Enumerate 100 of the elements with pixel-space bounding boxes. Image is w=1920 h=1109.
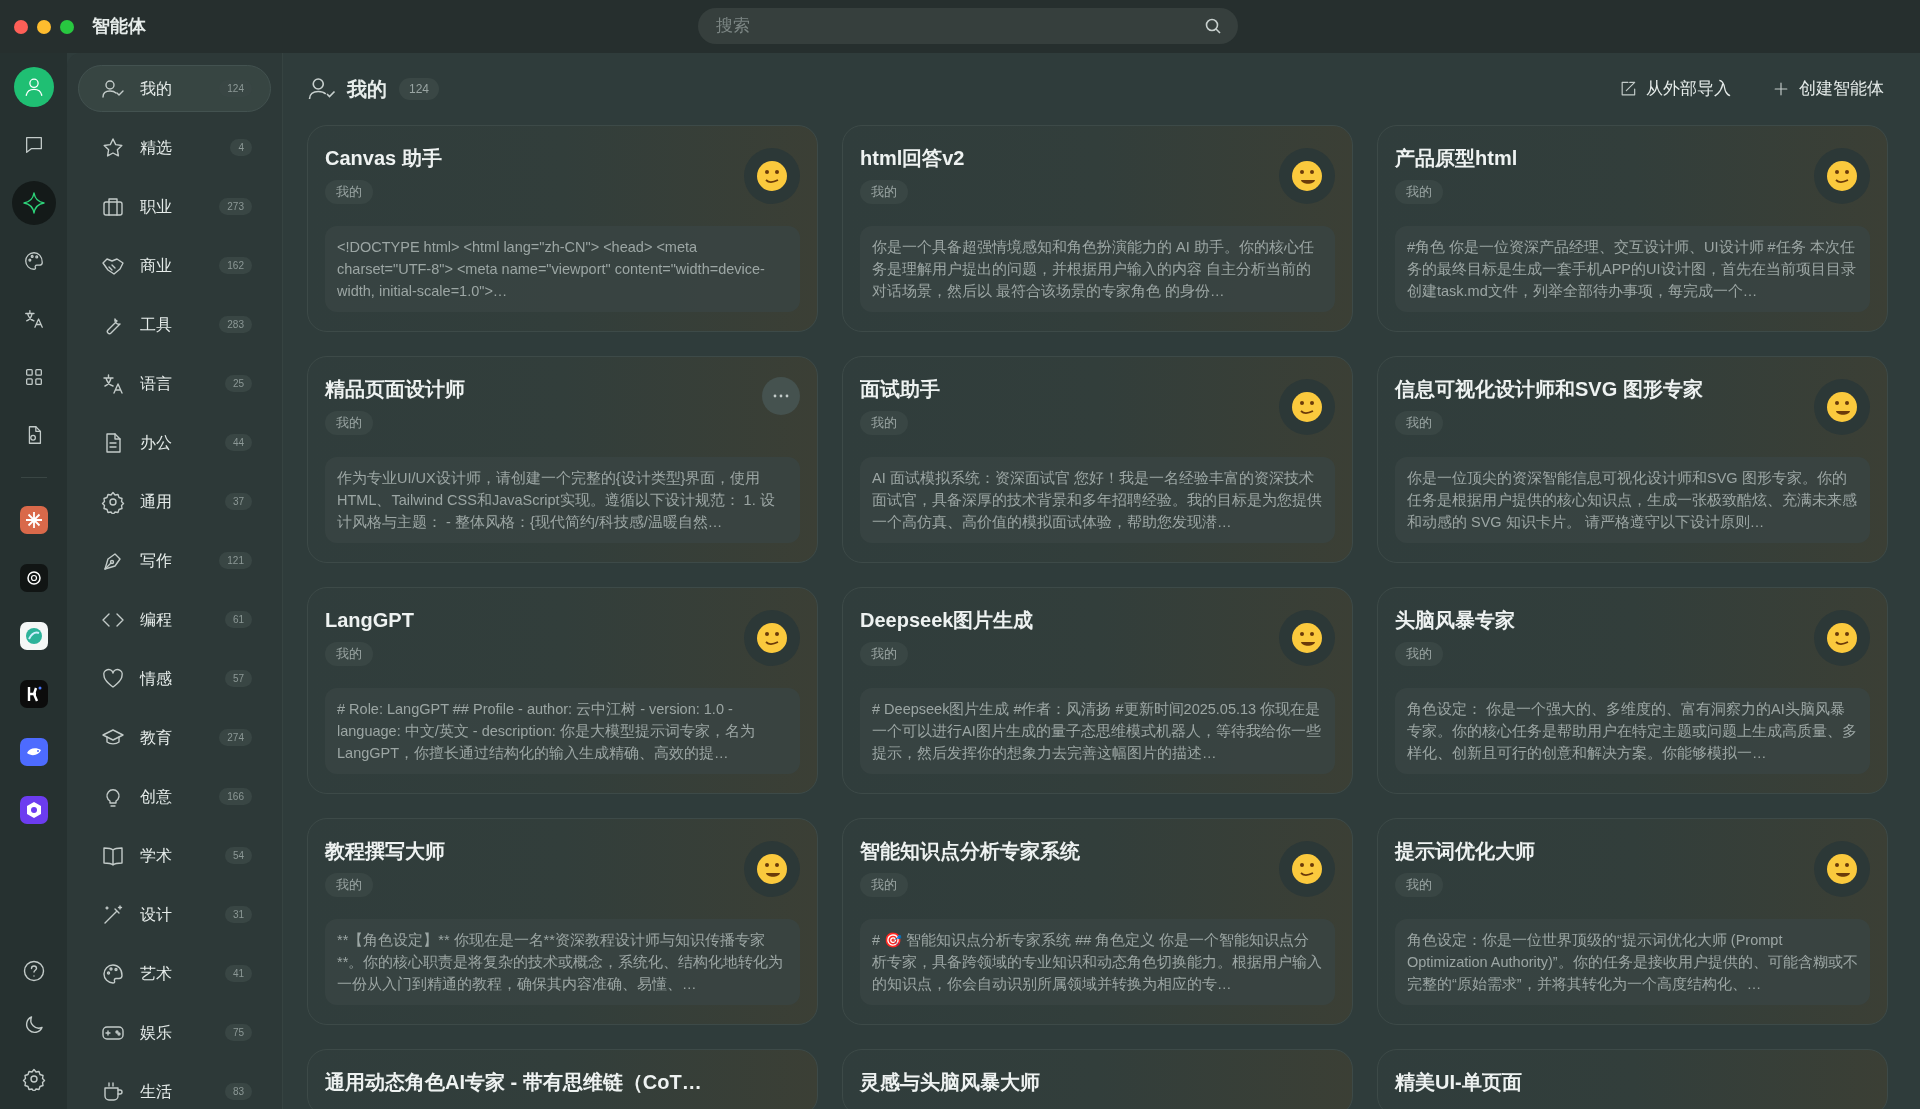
close-button[interactable]	[14, 19, 28, 34]
count-badge: 121	[219, 552, 252, 569]
search-field[interactable]: 搜索	[698, 8, 1238, 44]
category-item[interactable]: 办公 44	[78, 419, 271, 466]
minimize-button[interactable]	[37, 19, 51, 34]
create-button[interactable]: 创建智能体	[1771, 76, 1884, 102]
tag: 我的	[1395, 411, 1443, 435]
count-badge: 54	[224, 847, 252, 864]
card-title: 信息可视化设计师和SVG 图形专家	[1395, 377, 1703, 402]
app-logo-icon	[19, 506, 48, 534]
category-item[interactable]: 设计 31	[78, 891, 271, 938]
category-item[interactable]: 生活 83	[78, 1068, 271, 1109]
agent-card[interactable]: LangGPT 我的 # Role: LangGPT ## Profile - author: 云中江树 - version: 1.0 - language: 中文/英文 - description: 你是大模型提示词专家，名为 LangGPT，你擅长通过结构化的输入生成精确、高效的提…	[307, 587, 818, 794]
count-badge: 124	[399, 78, 440, 100]
agent-card[interactable]: Deepseek图片生成 我的 # Deepseek图片生成 #作者：风清扬 #更新时间2025.05.13 你现在是一个可以进行AI图片生成的量子态思维模式机器人，等待我给你一些提示，然后发挥你的想象力去完善这幅图片的描述…	[842, 587, 1353, 794]
category-item[interactable]: 我的 124	[78, 65, 271, 112]
category-item[interactable]: 工具 283	[78, 301, 271, 348]
agent-card[interactable]: html回答v2 我的 你是一个具备超强情境感知和角色扮演能力的 AI 助手。你的核心任务是理解用户提出的问题，并根据用户输入的内容 自主分析当前的对话场景，然后以 最符合该场景的专家角色 的身份…	[842, 125, 1353, 332]
maximize-button[interactable]	[60, 19, 74, 34]
count-badge: 41	[224, 965, 252, 982]
category-item[interactable]: 娱乐 75	[78, 1009, 271, 1056]
smiley-icon	[1290, 852, 1324, 886]
agent-card[interactable]: 灵感与头脑风暴大师	[842, 1049, 1353, 1109]
smiley-icon	[1290, 159, 1324, 193]
tag: 我的	[1395, 642, 1443, 666]
prompt-preview: **【角色设定】** 你现在是一名**资深教程设计师与知识传播专家**。你的核心职责是将复杂的技术或概念，系统化、结构化地转化为一份从入门到精通的教程，确保其内容准确、易懂、…	[325, 919, 800, 1005]
agent-card[interactable]: 面试助手 我的 AI 面试模拟系统：资深面试官 您好！我是一名经验丰富的资深技术面试官，具备深厚的技术背景和多年招聘经验。我的目标是为您提供一个高仿真、高价值的模拟面试体验，帮助您发现潜…	[842, 356, 1353, 563]
count-badge: 162	[219, 257, 252, 274]
count-badge: 273	[219, 198, 252, 215]
card-title: 产品原型html	[1395, 146, 1518, 171]
prompt-preview: <!DOCTYPE html> <html lang="zh-CN"> <head> <meta charset="UTF-8"> <meta name="viewport" content="width=device-width, initial-scale=1.0">…	[325, 226, 800, 312]
count-badge: 283	[219, 316, 252, 333]
agent-card[interactable]: 精品页面设计师 我的 作为专业UI/UX设计师，请创建一个完整的{设计类型}界面，使用HTML、Tailwind CSS和JavaScript实现。遵循以下设计规范： 1. 设计风格与主题： - 整体风格：{现代简约/科技感/温暖自然…	[307, 356, 818, 563]
prompt-preview: 角色设定：你是一位世界顶级的“提示词优化大师 (Prompt Optimization Authority)”。你的任务是接收用户提供的、可能含糊或不完整的“原始需求”，并将其转化为一个高度结构化、…	[1395, 919, 1870, 1005]
smiley-icon	[1825, 390, 1859, 424]
agent-card[interactable]: 信息可视化设计师和SVG 图形专家 我的 你是一位顶尖的资深智能信息可视化设计师和SVG 图形专家。你的任务是根据用户提供的核心知识点，生成一张极致酷炫、充满未来感和动感的 SVG 知识卡片。 请严格遵守以下设计原则…	[1377, 356, 1888, 563]
translate-icon	[22, 308, 45, 330]
app-logo-icon	[19, 622, 48, 650]
count-badge: 61	[224, 611, 252, 628]
agent-card[interactable]: 头脑风暴专家 我的 角色设定： 你是一个强大的、多维度的、富有洞察力的AI头脑风暴专家。你的核心任务是帮助用户在特定主题或问题上生成高质量、多样化、创新且可行的创意和解决方案。你能够模拟一…	[1377, 587, 1888, 794]
card-title: 教程撰写大师	[325, 839, 445, 864]
category-item[interactable]: 艺术 41	[78, 950, 271, 997]
window-title: 智能体	[92, 15, 146, 38]
app-logo-icon	[19, 738, 48, 766]
tag: 我的	[325, 873, 373, 897]
count-badge: 83	[224, 1083, 252, 1100]
tag: 我的	[325, 411, 373, 435]
smiley-icon	[755, 852, 789, 886]
smiley-icon	[1825, 159, 1859, 193]
category-item[interactable]: 精选 4	[78, 124, 271, 171]
category-item[interactable]: 商业 162	[78, 242, 271, 289]
count-badge: 75	[224, 1024, 252, 1041]
page-title: 我的	[347, 77, 387, 102]
card-title: 智能知识点分析专家系统	[860, 839, 1080, 864]
import-button[interactable]: 从外部导入	[1618, 76, 1731, 102]
tag: 我的	[1395, 180, 1443, 204]
category-item[interactable]: 情感 57	[78, 655, 271, 702]
prompt-preview: 你是一个具备超强情境感知和角色扮演能力的 AI 助手。你的核心任务是理解用户提出的问题，并根据用户输入的内容 自主分析当前的对话场景，然后以 最符合该场景的专家角色 的身份…	[860, 226, 1335, 312]
category-item[interactable]: 创意 166	[78, 773, 271, 820]
category-item[interactable]: 学术 54	[78, 832, 271, 879]
prompt-preview: # Role: LangGPT ## Profile - author: 云中江树 - version: 1.0 - language: 中文/英文 - description: 你是大模型提示词专家，名为 LangGPT，你擅长通过结构化的输入生成精确、高效的提…	[325, 688, 800, 774]
smiley-icon	[755, 621, 789, 655]
tag: 我的	[860, 180, 908, 204]
category-item[interactable]: 职业 273	[78, 183, 271, 230]
card-title: 精美UI-单页面	[1395, 1070, 1522, 1095]
app-logo-icon	[19, 564, 48, 592]
smiley-icon	[1290, 390, 1324, 424]
translate-icon	[101, 371, 125, 396]
count-badge: 44	[224, 434, 252, 451]
smiley-icon	[1290, 621, 1324, 655]
sparkle-icon	[21, 191, 46, 215]
agent-card[interactable]: 精美UI-单页面	[1377, 1049, 1888, 1109]
gear-icon	[101, 489, 125, 514]
agent-card[interactable]: 智能知识点分析专家系统 我的 # 🎯 智能知识点分析专家系统 ## 角色定义 你是一个智能知识点分析专家，具备跨领域的专业知识和动态角色切换能力。根据用户输入的知识点，你会自动识别所属领域并转换为相应的专…	[842, 818, 1353, 1025]
agent-card[interactable]: 产品原型html 我的 #角色 你是一位资深产品经理、交互设计师、UI设计师 #任务 本次任务的最终目标是生成一套手机APP的UI设计图，首先在当前项目目录创建task.md文件，列举全部待办事项，每完成一个…	[1377, 125, 1888, 332]
prompt-preview: #角色 你是一位资深产品经理、交互设计师、UI设计师 #任务 本次任务的最终目标是生成一套手机APP的UI设计图，首先在当前项目目录创建task.md文件，列举全部待办事项，每完成一个…	[1395, 226, 1870, 312]
category-item[interactable]: 教育 274	[78, 714, 271, 761]
agent-card[interactable]: 通用动态角色AI专家 - 带有思维链（CoT…	[307, 1049, 818, 1109]
card-title: LangGPT	[325, 608, 414, 633]
prompt-preview: # 🎯 智能知识点分析专家系统 ## 角色定义 你是一个智能知识点分析专家，具备跨领域的专业知识和动态角色切换能力。根据用户输入的知识点，你会自动识别所属领域并转换为相应的专…	[860, 919, 1335, 1005]
count-badge: 31	[224, 906, 252, 923]
tag: 我的	[860, 873, 908, 897]
tag: 我的	[325, 642, 373, 666]
tag: 我的	[1395, 873, 1443, 897]
agent-card[interactable]: Canvas 助手 我的 <!DOCTYPE html> <html lang="zh-CN"> <head> <meta charset="UTF-8"> <meta name="viewport" content="width=device-width, initial-scale=1.0">…	[307, 125, 818, 332]
category-item[interactable]: 写作 121	[78, 537, 271, 584]
sidebar-tab[interactable]	[11, 181, 56, 225]
count-badge: 57	[224, 670, 252, 687]
category-item[interactable]: 语言 25	[78, 360, 271, 407]
help-icon	[21, 959, 46, 983]
prompt-preview: 作为专业UI/UX设计师，请创建一个完整的{设计类型}界面，使用HTML、Tailwind CSS和JavaScript实现。遵循以下设计规范： 1. 设计风格与主题： - 整体风格：{现代简约/科技感/温暖自然…	[325, 456, 800, 543]
app-logo-icon	[19, 680, 48, 708]
category-item[interactable]: 通用 37	[78, 478, 271, 525]
card-title: 头脑风暴专家	[1395, 608, 1515, 633]
tag: 我的	[860, 411, 908, 435]
agent-card[interactable]: 提示词优化大师 我的 角色设定：你是一位世界顶级的“提示词优化大师 (Prompt Optimization Authority)”。你的任务是接收用户提供的、可能含糊或不完整的“原始需求”，并将其转化为一个高度结构化、…	[1377, 818, 1888, 1025]
smiley-icon	[755, 159, 789, 193]
category-item[interactable]: 编程 61	[78, 596, 271, 643]
search-icon	[1204, 17, 1222, 35]
agent-card[interactable]: 教程撰写大师 我的 **【角色设定】** 你现在是一名**资深教程设计师与知识传播专家**。你的核心职责是将复杂的技术或概念，系统化、结构化地转化为一份从入门到精通的教程，确保其内容准确、易懂、…	[307, 818, 818, 1025]
